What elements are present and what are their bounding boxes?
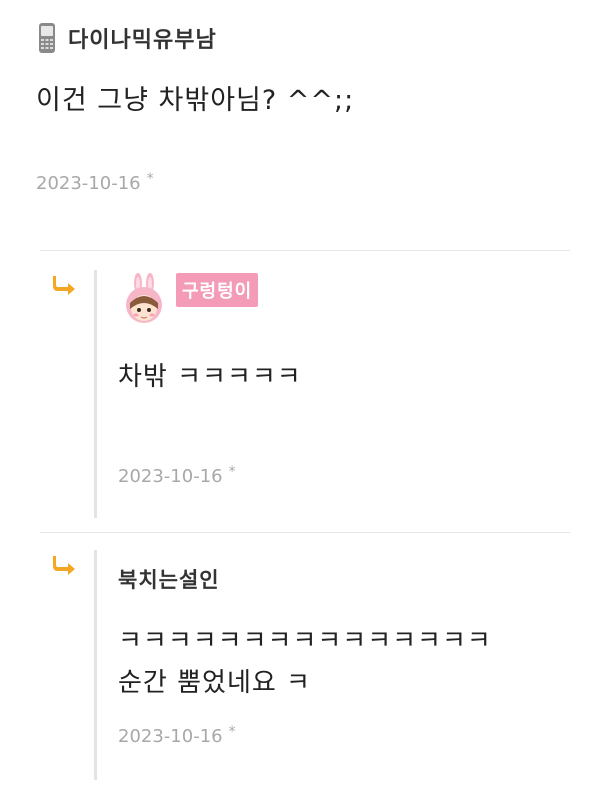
comment-thread: 다이나믹유부남 이건 그냥 차밖아님? ^^;; 2023-10-16 * 구렁… xyxy=(0,0,611,811)
reply-item: 구렁텅이 차밖 ㅋㅋㅋㅋㅋ 2023-10-16 * xyxy=(48,270,578,518)
comment-timestamp: 2023-10-16 * xyxy=(36,171,576,194)
reply-timestamp: 2023-10-16 * xyxy=(118,724,236,747)
reply-text: 차밖 ㅋㅋㅋㅋㅋ xyxy=(118,362,302,392)
divider xyxy=(40,250,570,251)
reply-body: 구렁텅이 차밖 ㅋㅋㅋㅋㅋ 2023-10-16 * xyxy=(118,270,558,487)
reply-author-name[interactable]: 북치는설인 xyxy=(118,564,558,598)
profile-row: 구렁텅이 xyxy=(118,270,558,332)
reply-item: 북치는설인 ㅋㅋㅋㅋㅋㅋㅋㅋㅋㅋㅋㅋㅋㅋㅋ 순간 뿜었네요 ㅋ 2023-10-… xyxy=(48,550,578,780)
nickname-badge[interactable]: 구렁텅이 xyxy=(176,273,259,307)
comment-date: 2023-10-16 xyxy=(36,173,141,194)
star-mark: * xyxy=(228,724,236,740)
pink-bunny-avatar[interactable] xyxy=(118,273,172,329)
reply-date: 2023-10-16 xyxy=(118,726,223,747)
reply-arrow-icon xyxy=(52,274,78,296)
reply-text-line: 순간 뿜었네요 ㅋ xyxy=(118,668,311,698)
reply-arrow-icon xyxy=(52,554,78,576)
reply-indent-bar xyxy=(94,270,97,518)
reply-date: 2023-10-16 xyxy=(118,466,223,487)
reply-timestamp: 2023-10-16 * xyxy=(118,464,236,487)
phone-icon xyxy=(36,22,58,54)
reply-body: 북치는설인 ㅋㅋㅋㅋㅋㅋㅋㅋㅋㅋㅋㅋㅋㅋㅋ 순간 뿜었네요 ㅋ 2023-10-… xyxy=(118,550,558,747)
reply-text: ㅋㅋㅋㅋㅋㅋㅋㅋㅋㅋㅋㅋㅋㅋㅋ 순간 뿜었네요 ㅋ xyxy=(118,620,558,704)
author-name[interactable]: 다이나믹유부남 xyxy=(68,22,217,54)
star-mark: * xyxy=(228,464,236,480)
star-mark: * xyxy=(146,171,154,187)
divider xyxy=(40,532,570,533)
reply-text-line: ㅋㅋㅋㅋㅋㅋㅋㅋㅋㅋㅋㅋㅋㅋㅋ xyxy=(118,626,492,656)
top-comment: 다이나믹유부남 이건 그냥 차밖아님? ^^;; 2023-10-16 * xyxy=(36,18,576,194)
author-row: 다이나믹유부남 xyxy=(36,18,576,58)
reply-indent-bar xyxy=(94,550,97,780)
comment-text: 이건 그냥 차밖아님? ^^;; xyxy=(36,85,355,116)
